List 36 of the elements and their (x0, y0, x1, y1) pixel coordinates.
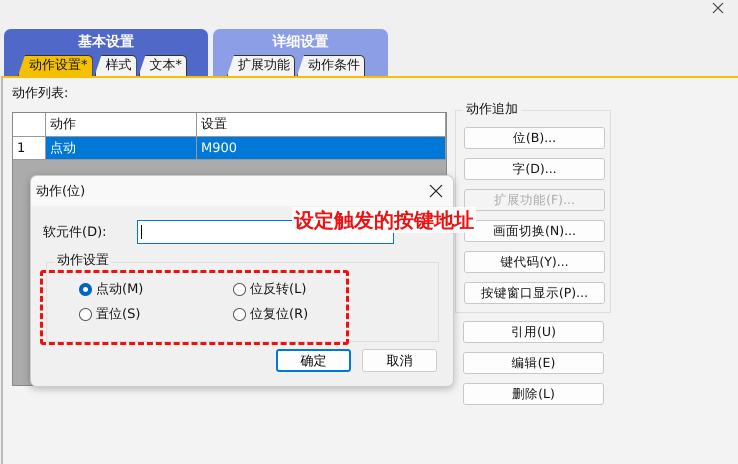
tab[interactable]: 扩展功能 (227, 55, 295, 76)
tab-group[interactable]: 基本设置 动作设置* 样式 文本* (4, 29, 208, 76)
group-title: 动作追加 (463, 102, 521, 118)
tab-group-title: 详细设置 (272, 33, 328, 51)
list-label: 动作列表: (12, 86, 70, 102)
radio-label[interactable]: 点动(M) (96, 281, 144, 298)
dialog-title: 动作(位) (36, 183, 86, 200)
list-button[interactable]: 引用(U) (463, 321, 604, 343)
add-button[interactable]: 位(B)... (464, 127, 605, 149)
add-button[interactable]: 字(D)... (464, 158, 605, 180)
radio-button[interactable] (233, 308, 246, 321)
field-label: 软元件(D): (43, 224, 108, 241)
tab[interactable]: 动作条件 (297, 55, 365, 76)
tab-group[interactable]: 详细设置 扩展功能 动作条件 (213, 29, 388, 76)
add-button[interactable]: 键代码(Y)... (464, 251, 605, 273)
table-cell[interactable]: M900 (197, 137, 446, 160)
tab[interactable]: 动作设置* (18, 55, 92, 76)
tab-group-title: 基本设置 (78, 33, 134, 51)
close-icon[interactable] (712, 2, 724, 14)
annotation-text: 设定触发的按键地址 (292, 207, 476, 233)
group-title: 动作设置 (55, 253, 111, 269)
table-cell[interactable]: 点动 (46, 137, 197, 160)
radio-label[interactable]: 位反转(L) (250, 281, 306, 298)
tab[interactable]: 样式 (94, 55, 136, 76)
radio-button[interactable] (79, 283, 92, 296)
radio-button[interactable] (233, 283, 246, 296)
tab[interactable]: 文本* (138, 55, 187, 76)
radio-button[interactable] (79, 308, 92, 321)
list-button[interactable]: 编辑(E) (463, 352, 604, 374)
radio-label[interactable]: 位复位(R) (250, 306, 308, 323)
close-icon[interactable] (429, 184, 443, 198)
radio-label[interactable]: 置位(S) (96, 306, 140, 323)
list-button[interactable]: 删除(L) (463, 383, 604, 405)
dialog-button[interactable]: 取消 (362, 349, 437, 372)
add-button[interactable]: 按键窗口显示(P)... (464, 282, 605, 304)
dialog-button[interactable]: 确定 (276, 349, 351, 372)
